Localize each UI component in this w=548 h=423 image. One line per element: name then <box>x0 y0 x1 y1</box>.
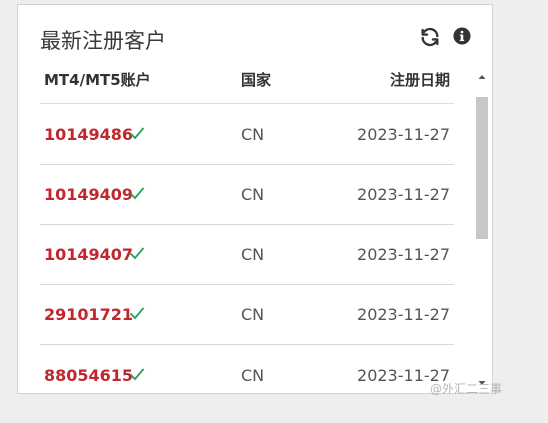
scroll-up-arrow-icon[interactable] <box>475 71 489 83</box>
info-circle-icon[interactable] <box>453 27 471 45</box>
account-number-link[interactable]: 10149486 <box>44 125 133 144</box>
check-icon <box>129 368 145 381</box>
account-number-link[interactable]: 10149409 <box>44 185 133 204</box>
table-row: 10149407 CN 2023-11-27 <box>40 224 454 285</box>
account-number-link[interactable]: 88054615 <box>44 366 133 385</box>
latest-registered-clients-widget: 最新注册客户 MT4/MT5账户 国家 注册日期 10149486 CN 202… <box>17 4 493 394</box>
date-cell: 2023-11-27 <box>357 245 450 264</box>
table-row: 10149486 CN 2023-11-27 <box>40 104 454 165</box>
check-icon <box>129 247 145 260</box>
country-cell: CN <box>241 185 265 204</box>
table-row: 88054615 CN 2023-11-27 <box>40 345 454 393</box>
scrollbar-thumb[interactable] <box>476 97 488 239</box>
table-header: MT4/MT5账户 国家 注册日期 <box>40 63 454 104</box>
header-country: 国家 <box>241 71 272 89</box>
table-row: 29101721 CN 2023-11-27 <box>40 284 454 345</box>
country-cell: CN <box>241 125 265 144</box>
header-account: MT4/MT5账户 <box>44 71 151 89</box>
watermark: @外汇二三事 <box>430 382 503 396</box>
check-icon <box>129 187 145 200</box>
refresh-icon[interactable] <box>419 26 441 48</box>
date-cell: 2023-11-27 <box>357 185 450 204</box>
widget-title: 最新注册客户 <box>40 29 166 53</box>
account-number-link[interactable]: 29101721 <box>44 305 133 324</box>
table-row: 10149409 CN 2023-11-27 <box>40 164 454 225</box>
check-icon <box>129 127 145 140</box>
vertical-scrollbar[interactable] <box>475 71 489 389</box>
clients-table: MT4/MT5账户 国家 注册日期 10149486 CN 2023-11-27… <box>18 63 473 393</box>
check-icon <box>129 307 145 320</box>
header-registration-date: 注册日期 <box>389 71 450 89</box>
country-cell: CN <box>241 305 265 324</box>
date-cell: 2023-11-27 <box>357 305 450 324</box>
country-cell: CN <box>241 366 265 385</box>
country-cell: CN <box>241 245 265 264</box>
date-cell: 2023-11-27 <box>357 125 450 144</box>
account-number-link[interactable]: 10149407 <box>44 245 133 264</box>
